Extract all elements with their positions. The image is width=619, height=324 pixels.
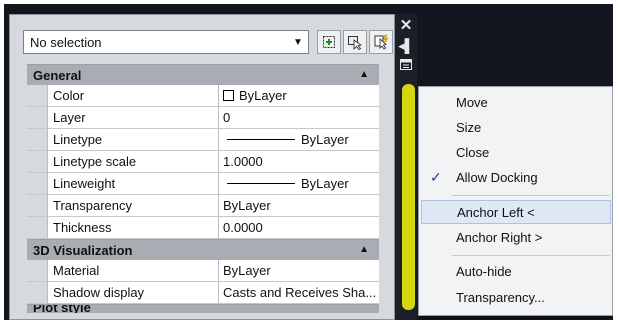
property-grid: General ▲ Color ByLayer Layer 0 Linetype… [27,64,379,313]
pickadd-icon [323,36,335,48]
property-value[interactable]: 0.0000 [219,217,379,238]
close-icon[interactable]: ✕ [395,16,417,34]
select-objects-icon [348,36,363,50]
menu-item-size[interactable]: Size [419,116,612,140]
property-name: Lineweight [47,173,219,194]
property-value[interactable]: ByLayer [219,195,379,216]
palette-toolbar: No selection ▼ [23,30,393,56]
property-row-linetype-scale[interactable]: Linetype scale 1.0000 [27,151,379,173]
property-name: Linetype scale [47,151,219,172]
category-label: Plot style [33,304,91,313]
property-name: Material [47,260,219,281]
select-objects-button[interactable] [343,30,367,54]
property-name: Transparency [47,195,219,216]
highlight-marker [402,84,415,310]
property-row-material[interactable]: Material ByLayer [27,260,379,282]
dropdown-arrow-icon[interactable]: ▼ [289,32,307,52]
menu-item-allow-docking[interactable]: ✓ Allow Docking [419,166,612,190]
collapse-arrow-icon[interactable]: ▲ [359,69,369,80]
auto-hide-icon[interactable]: ◂▌ [395,38,417,54]
category-plot-style[interactable]: Plot style [27,304,379,313]
linetype-preview [227,139,295,140]
property-value[interactable]: ByLayer [219,260,379,281]
menu-item-anchor-left[interactable]: Anchor Left < [421,200,611,224]
property-value[interactable]: 1.0000 [219,151,379,172]
property-row-shadow-display[interactable]: Shadow display Casts and Receives Sha... [27,282,379,304]
color-swatch-icon [223,90,234,101]
menu-item-anchor-right[interactable]: Anchor Right > [419,226,612,250]
property-value[interactable]: ByLayer [219,129,379,150]
palette-context-menu: Move Size Close ✓ Allow Docking Anchor Le… [418,86,613,316]
property-value[interactable]: 0 [219,107,379,128]
property-value[interactable]: ByLayer [219,85,379,106]
menu-separator [452,255,610,256]
toggle-pickadd-button[interactable] [317,30,341,54]
category-label: 3D Visualization [33,243,133,258]
property-value[interactable]: Casts and Receives Sha... [219,282,379,303]
menu-item-close[interactable]: Close [419,141,612,165]
category-3d-visualization[interactable]: 3D Visualization ▲ [27,239,379,260]
property-name: Color [47,85,219,106]
selection-value: No selection [30,35,102,50]
collapse-arrow-icon[interactable]: ▲ [359,244,369,255]
quick-select-button[interactable] [369,30,393,54]
property-row-layer[interactable]: Layer 0 [27,107,379,129]
category-general[interactable]: General ▲ [27,64,379,85]
checkmark-icon: ✓ [430,169,442,185]
property-row-lineweight[interactable]: Lineweight ByLayer [27,173,379,195]
property-name: Linetype [47,129,219,150]
menu-item-transparency[interactable]: Transparency... [419,286,612,310]
property-name: Thickness [47,217,219,238]
properties-menu-icon[interactable] [395,58,417,73]
menu-item-auto-hide[interactable]: Auto-hide [419,260,612,284]
quick-select-icon [374,34,389,50]
property-row-color[interactable]: Color ByLayer [27,85,379,107]
property-name: Layer [47,107,219,128]
property-name: Shadow display [47,282,219,303]
lineweight-preview [227,183,295,184]
menu-separator [452,195,610,196]
category-label: General [33,68,82,83]
property-row-transparency[interactable]: Transparency ByLayer [27,195,379,217]
selection-dropdown[interactable]: No selection ▼ [23,30,309,54]
property-value[interactable]: ByLayer [219,173,379,194]
menu-item-move[interactable]: Move [419,91,612,115]
property-row-linetype[interactable]: Linetype ByLayer [27,129,379,151]
property-row-thickness[interactable]: Thickness 0.0000 [27,217,379,239]
